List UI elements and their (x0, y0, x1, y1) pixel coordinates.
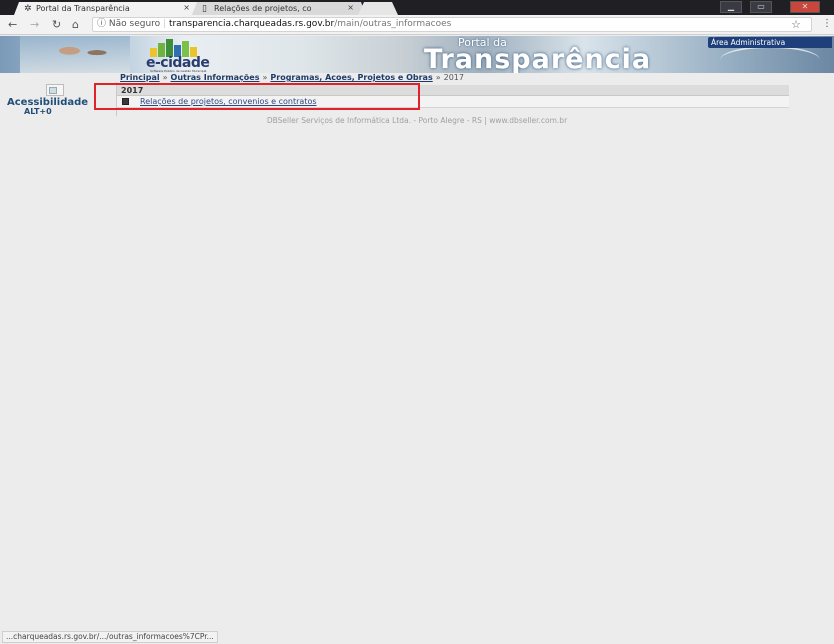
breadcrumb-programas[interactable]: Programas, Acoes, Projetos e Obras (270, 73, 432, 82)
bookmark-star-icon[interactable]: ☆ (791, 18, 801, 31)
maximize-button[interactable]: ▭ (750, 1, 772, 13)
portal-favicon-icon: ✲ (24, 4, 32, 14)
broken-image-icon (46, 84, 64, 96)
tab-portal-transparencia[interactable]: ✲ Portal da Transparência × (14, 2, 202, 15)
page-footer: DBSeller Serviços de Informática Ltda. -… (266, 116, 568, 125)
breadcrumb-principal[interactable]: Principal (120, 73, 160, 82)
new-tab-button[interactable] (358, 2, 398, 15)
tab-title: Portal da Transparência (36, 4, 130, 13)
tab-close-icon[interactable]: × (347, 3, 354, 12)
tab-relacoes-projetos[interactable]: ▯ Relações de projetos, co × (192, 2, 366, 15)
status-bar-url: ...charqueadas.rs.gov.br/.../outras_info… (2, 631, 218, 643)
banner-photo (20, 36, 130, 73)
url-path: /main/outras_informacoes (334, 19, 452, 29)
breadcrumb-separator: » (162, 73, 168, 82)
home-icon[interactable]: ⌂ (72, 18, 79, 31)
document-icon: ▯ (202, 4, 207, 14)
accessibility-shortcut: ALT+0 (24, 107, 52, 116)
reload-icon[interactable]: ↻ (52, 18, 61, 31)
site-banner: e-cidade Software Público de Gestão Muni… (0, 36, 834, 73)
banner-swoosh (720, 46, 820, 73)
url-input[interactable]: ⓘ Não seguro | transparencia.charqueadas… (92, 17, 812, 32)
info-icon[interactable]: ⓘ (97, 19, 106, 29)
breadcrumb-outras-informacoes[interactable]: Outras Informações (171, 73, 260, 82)
browser-menu-icon[interactable]: ⋮ (822, 18, 832, 29)
forward-arrow-icon[interactable]: → (30, 18, 39, 31)
breadcrumb: Principal» Outras Informações» Programas, … (120, 73, 464, 82)
breadcrumb-current: 2017 (443, 73, 464, 82)
url-host: transparencia.charqueadas.rs.gov.br (168, 19, 335, 29)
back-arrow-icon[interactable]: ← (8, 18, 17, 31)
highlight-annotation (94, 83, 420, 110)
security-label: Não seguro (108, 19, 161, 29)
address-bar-row: ← → ↻ ⌂ ⓘ Não seguro | transparencia.cha… (0, 15, 834, 35)
window-close-button[interactable]: ✕ (790, 1, 820, 13)
tab-title: Relações de projetos, co (214, 4, 312, 13)
minimize-button[interactable]: ▁ (720, 1, 742, 13)
browser-tab-strip: ✲ Portal da Transparência × ▯ Relações d… (0, 0, 834, 15)
breadcrumb-separator: » (262, 73, 268, 82)
area-administrativa-link[interactable]: Área Administrativa (708, 37, 832, 48)
tab-close-icon[interactable]: × (183, 3, 190, 12)
breadcrumb-separator: » (435, 73, 441, 82)
portal-title: Transparência (424, 44, 652, 73)
